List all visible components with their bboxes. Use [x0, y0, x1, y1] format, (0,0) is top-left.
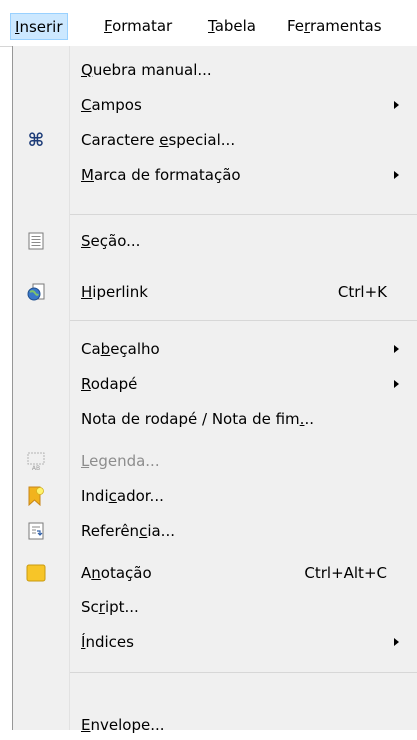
menu-item-label: Marca de formatação [81, 160, 241, 190]
label-post: special... [168, 131, 236, 149]
label-post: ipt... [104, 598, 139, 616]
submenu-arrow-icon [394, 380, 399, 388]
menu-item-label: Quebra manual... [81, 55, 212, 85]
menu-item-cabecalho[interactable]: Cabeçalho [13, 334, 417, 364]
bookmark-icon [28, 486, 44, 506]
menu-tabela[interactable]: Tabela [204, 13, 260, 40]
menu-item-hiperlink[interactable]: Hiperlink Ctrl+K [13, 277, 417, 307]
label-pre: Ca [81, 340, 101, 358]
label-access-key: M [81, 166, 94, 184]
label-pre: Nota de rodapé / Nota de fim [81, 410, 300, 428]
menu-item-label: Envelope... [81, 710, 165, 740]
menu-formatar-post: ormatar [112, 17, 173, 35]
label-access-key: H [81, 283, 93, 301]
label-post: .. [304, 410, 314, 428]
command-icon: ⌘ [28, 130, 45, 150]
comment-icon [26, 564, 46, 582]
svg-text:⌘: ⌘ [28, 130, 45, 150]
label-post: ampos [91, 96, 142, 114]
menu-item-caractere-especial[interactable]: ⌘ Caractere especial... [13, 125, 417, 155]
menu-item-shortcut: Ctrl+K [337, 283, 387, 301]
menu-formatar[interactable]: Formatar [100, 13, 176, 40]
menu-item-indices[interactable]: Índices [13, 627, 417, 657]
label-post: otação [100, 564, 152, 582]
label-pre: Indi [81, 487, 109, 505]
label-access-key: n [91, 564, 101, 582]
menu-ferramentas-pre: Fe [287, 17, 305, 35]
label-pre: Caractere [81, 131, 160, 149]
caption-icon: AB [27, 452, 45, 471]
menu-formatar-key: F [104, 17, 113, 35]
menu-item-label: Script... [81, 592, 139, 622]
menu-item-rodape[interactable]: Rodapé [13, 369, 417, 399]
menu-item-label: Campos [81, 90, 142, 120]
svg-text:AB: AB [32, 465, 40, 471]
label-post: nvelope... [90, 716, 165, 734]
menu-item-indicador[interactable]: Indicador... [13, 481, 417, 511]
label-post: eçalho [110, 340, 160, 358]
label-post: iperlink [92, 283, 148, 301]
menu-separator [70, 672, 417, 673]
menu-item-label: Seção... [81, 226, 140, 256]
menu-item-label: Indicador... [81, 481, 164, 511]
menu-item-label: Legenda... [81, 446, 160, 476]
menu-item-nota-de-rodape[interactable]: Nota de rodapé / Nota de fim... [13, 404, 417, 434]
menu-item-shortcut: Ctrl+Alt+C [304, 564, 387, 582]
menu-tabela-key: T [208, 17, 215, 35]
label-access-key: L [81, 452, 90, 470]
label-access-key: c [108, 487, 117, 505]
label-access-key: C [81, 96, 92, 114]
menu-separator [70, 320, 417, 321]
menu-inserir-post: nserir [19, 18, 63, 36]
hyperlink-globe-icon [27, 283, 45, 301]
menu-tabela-post: abela [214, 17, 256, 35]
menu-item-marca-de-formatacao[interactable]: Marca de formatação [13, 160, 417, 190]
menu-inserir[interactable]: Inserir [10, 13, 68, 40]
label-pre: Sc [81, 598, 99, 616]
label-access-key: Q [81, 61, 93, 79]
menu-item-legenda: AB Legenda... [13, 446, 417, 476]
menu-bar: Inserir Formatar Tabela Ferramentas [0, 0, 417, 47]
menu-ferramentas-post: ramentas [309, 17, 382, 35]
label-post: egenda... [89, 452, 160, 470]
menu-item-quebra-manual[interactable]: Quebra manual... [13, 55, 417, 85]
menu-item-envelope[interactable]: Envelope... [13, 710, 417, 740]
menu-item-secao[interactable]: Seção... [13, 226, 417, 256]
menu-item-anotacao[interactable]: Anotação Ctrl+Alt+C [13, 558, 417, 588]
label-pre: Referên [81, 522, 140, 540]
menu-item-label: Caractere especial... [81, 125, 235, 155]
menu-item-label: Anotação [81, 558, 152, 588]
menu-item-label: Referência... [81, 516, 175, 546]
menu-item-label: Índices [81, 627, 134, 657]
menu-ferramentas[interactable]: Ferramentas [283, 13, 386, 40]
label-access-key: R [81, 375, 91, 393]
menu-item-script[interactable]: Script... [13, 592, 417, 622]
label-post: arca de formatação [93, 166, 241, 184]
menu-item-label: Cabeçalho [81, 334, 160, 364]
submenu-arrow-icon [394, 638, 399, 646]
menu-item-referencia[interactable]: Referência... [13, 516, 417, 546]
label-post: eção... [90, 232, 141, 250]
label-post: odapé [90, 375, 138, 393]
menu-item-label: Nota de rodapé / Nota de fim... [81, 404, 314, 434]
menu-separator [70, 214, 417, 215]
inserir-dropdown-menu: Quebra manual... Campos ⌘ Caractere espe… [12, 46, 417, 734]
label-post: ador... [116, 487, 164, 505]
submenu-arrow-icon [394, 101, 399, 109]
menu-item-campos[interactable]: Campos [13, 90, 417, 120]
label-access-key: b [100, 340, 111, 358]
submenu-arrow-icon [394, 171, 399, 179]
label-pre: A [81, 564, 92, 582]
label-access-key: S [81, 232, 91, 250]
submenu-arrow-icon [394, 345, 399, 353]
label-post: uebra manual... [92, 61, 212, 79]
label-post: ia... [147, 522, 175, 540]
section-icon [28, 232, 44, 250]
label-post: ndices [85, 633, 134, 651]
menu-item-label: Hiperlink [81, 277, 148, 307]
menu-item-label: Rodapé [81, 369, 137, 399]
cross-reference-icon [28, 522, 44, 540]
